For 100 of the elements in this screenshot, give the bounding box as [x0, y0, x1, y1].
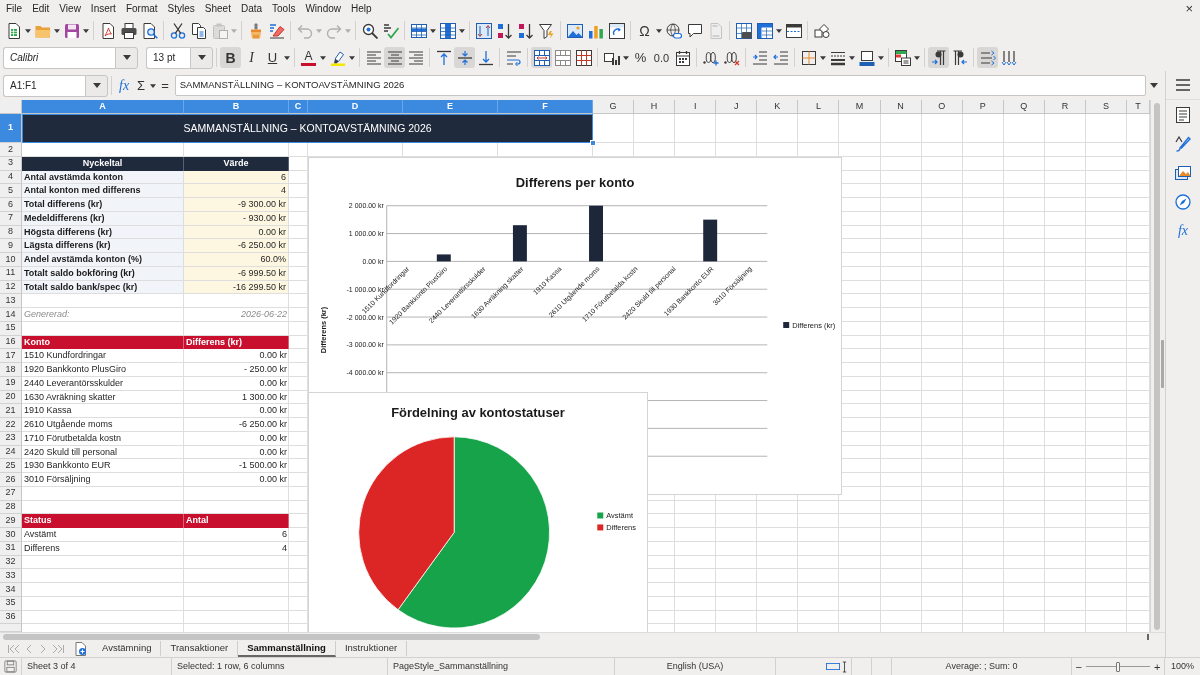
menu-item[interactable]: Format	[120, 1, 163, 16]
sheet-cell: 60.0%	[184, 253, 289, 267]
column-header[interactable]: K	[757, 100, 799, 114]
row-header[interactable]: 9	[0, 239, 22, 253]
column-header[interactable]: B	[184, 100, 289, 114]
column-header[interactable]: T	[1127, 100, 1150, 114]
column-header[interactable]: H	[634, 100, 676, 114]
align-center-button[interactable]	[384, 47, 405, 68]
row-header[interactable]: 22	[0, 418, 22, 432]
percent-format-button[interactable]: %	[630, 47, 651, 68]
row-header[interactable]: 26	[0, 473, 22, 487]
merge-cells-button[interactable]	[552, 47, 573, 68]
menu-item[interactable]: Edit	[27, 1, 55, 16]
fill-handle-icon[interactable]	[590, 140, 596, 146]
row-header[interactable]: 5	[0, 184, 22, 198]
formula-button[interactable]: =	[157, 75, 173, 96]
freeze-panes-button[interactable]	[754, 20, 775, 41]
sheet-tab[interactable]: Instruktioner	[335, 641, 408, 657]
column-header[interactable]: I	[675, 100, 717, 114]
zoom-level-text[interactable]: 100%	[1171, 659, 1194, 674]
sheet-tab[interactable]: Transaktioner	[161, 641, 239, 657]
align-middle-button[interactable]	[454, 47, 475, 68]
split-handle-icon[interactable]	[1161, 340, 1164, 388]
menu-item[interactable]: Styles	[162, 1, 200, 16]
scrollbar-thumb[interactable]	[3, 634, 540, 640]
menu-item[interactable]: Tools	[267, 1, 301, 16]
menu-item[interactable]: View	[54, 1, 86, 16]
functions-button[interactable]: fx	[1170, 217, 1196, 244]
row-header[interactable]: 10	[0, 253, 22, 267]
row-header[interactable]: 2	[0, 143, 22, 157]
row-header[interactable]: 6	[0, 198, 22, 212]
menu-item[interactable]: Insert	[85, 1, 121, 16]
row-header[interactable]: 18	[0, 363, 22, 377]
formula-input[interactable]: SAMMANSTÄLLNING – KONTOAVSTÄMNING 2026	[174, 75, 1146, 96]
unmerge-cells-button[interactable]	[573, 47, 594, 68]
font-color-button[interactable]: A	[298, 47, 319, 68]
print-area-button[interactable]	[733, 20, 754, 41]
left-to-right-button[interactable]	[928, 47, 949, 68]
row-header[interactable]: 13	[0, 294, 22, 308]
close-button[interactable]: ×	[1182, 1, 1196, 16]
row-header[interactable]: 17	[0, 349, 22, 363]
column-header[interactable]: A	[22, 100, 184, 114]
row-header[interactable]: 30	[0, 528, 22, 542]
column-header[interactable]: E	[403, 100, 498, 114]
menu-item[interactable]: Window	[300, 1, 346, 16]
row-header[interactable]: 14	[0, 308, 22, 322]
row-header[interactable]: 21	[0, 404, 22, 418]
row-header[interactable]: 29	[0, 514, 22, 528]
sheet-tab[interactable]: Avstämning	[93, 641, 162, 657]
row-header[interactable]: 25	[0, 459, 22, 473]
conditional-format-button[interactable]	[892, 47, 913, 68]
underline-button[interactable]: U	[262, 47, 283, 68]
merge-center-button[interactable]	[531, 47, 552, 68]
sort-button[interactable]	[473, 20, 494, 41]
column-header[interactable]: Q	[1003, 100, 1045, 114]
scrollbar-thumb[interactable]	[1154, 103, 1160, 630]
column-header[interactable]: D	[308, 100, 403, 114]
number-format-button[interactable]: 0.0	[651, 47, 672, 68]
status-text[interactable]: PageStyle_Sammanställning	[393, 659, 509, 674]
column-header[interactable]: C	[289, 100, 308, 114]
hyperlink-button[interactable]	[663, 20, 684, 41]
column-header[interactable]: S	[1085, 100, 1127, 114]
row-header[interactable]: 34	[0, 583, 22, 597]
column-header[interactable]: J	[716, 100, 758, 114]
row-header[interactable]: 1	[0, 114, 22, 143]
column-header[interactable]: F	[498, 100, 593, 114]
menu-item[interactable]: File	[1, 1, 28, 16]
sheet-tab[interactable]: Sammanställning	[238, 641, 336, 657]
dropdown-button[interactable]	[85, 74, 108, 97]
menu-item[interactable]: Help	[346, 1, 377, 16]
sum-button[interactable]: Σ	[133, 75, 150, 96]
zoom-out-button[interactable]: −	[1073, 660, 1084, 673]
text-left-to-right-button[interactable]	[977, 47, 998, 68]
column-header[interactable]: P	[962, 100, 1004, 114]
print-button[interactable]	[118, 20, 139, 41]
name-box[interactable]: A1:F1	[3, 74, 85, 97]
font-size-field[interactable]: 13 pt	[146, 46, 190, 69]
zoom-in-button[interactable]: +	[1152, 660, 1163, 673]
menu-item[interactable]: Sheet	[199, 1, 236, 16]
slider-thumb[interactable]	[1116, 661, 1120, 672]
column-header[interactable]: R	[1044, 100, 1086, 114]
row-header[interactable]: 33	[0, 569, 22, 583]
split-handle-icon[interactable]	[1147, 634, 1149, 640]
column-header[interactable]: M	[839, 100, 881, 114]
special-character-button[interactable]: Ω	[634, 20, 655, 41]
status-text[interactable]: English (USA)	[666, 659, 724, 674]
italic-button[interactable]: I	[241, 47, 262, 68]
column-header[interactable]: G	[593, 100, 635, 114]
status-text[interactable]: Average: ; Sum: 0	[945, 659, 1018, 674]
function-wizard-button[interactable]: fx	[115, 75, 134, 96]
dropdown-button[interactable]	[115, 46, 138, 69]
bold-button[interactable]: B	[220, 47, 241, 68]
column-button[interactable]	[437, 20, 458, 41]
column-header[interactable]: N	[880, 100, 922, 114]
column-header[interactable]: L	[798, 100, 840, 114]
pivot-table-button[interactable]	[606, 20, 627, 41]
dropdown-button[interactable]	[190, 46, 213, 69]
font-name-field[interactable]: Calibri	[3, 46, 115, 69]
menu-item[interactable]: Data	[235, 1, 268, 16]
column-header[interactable]: O	[921, 100, 963, 114]
